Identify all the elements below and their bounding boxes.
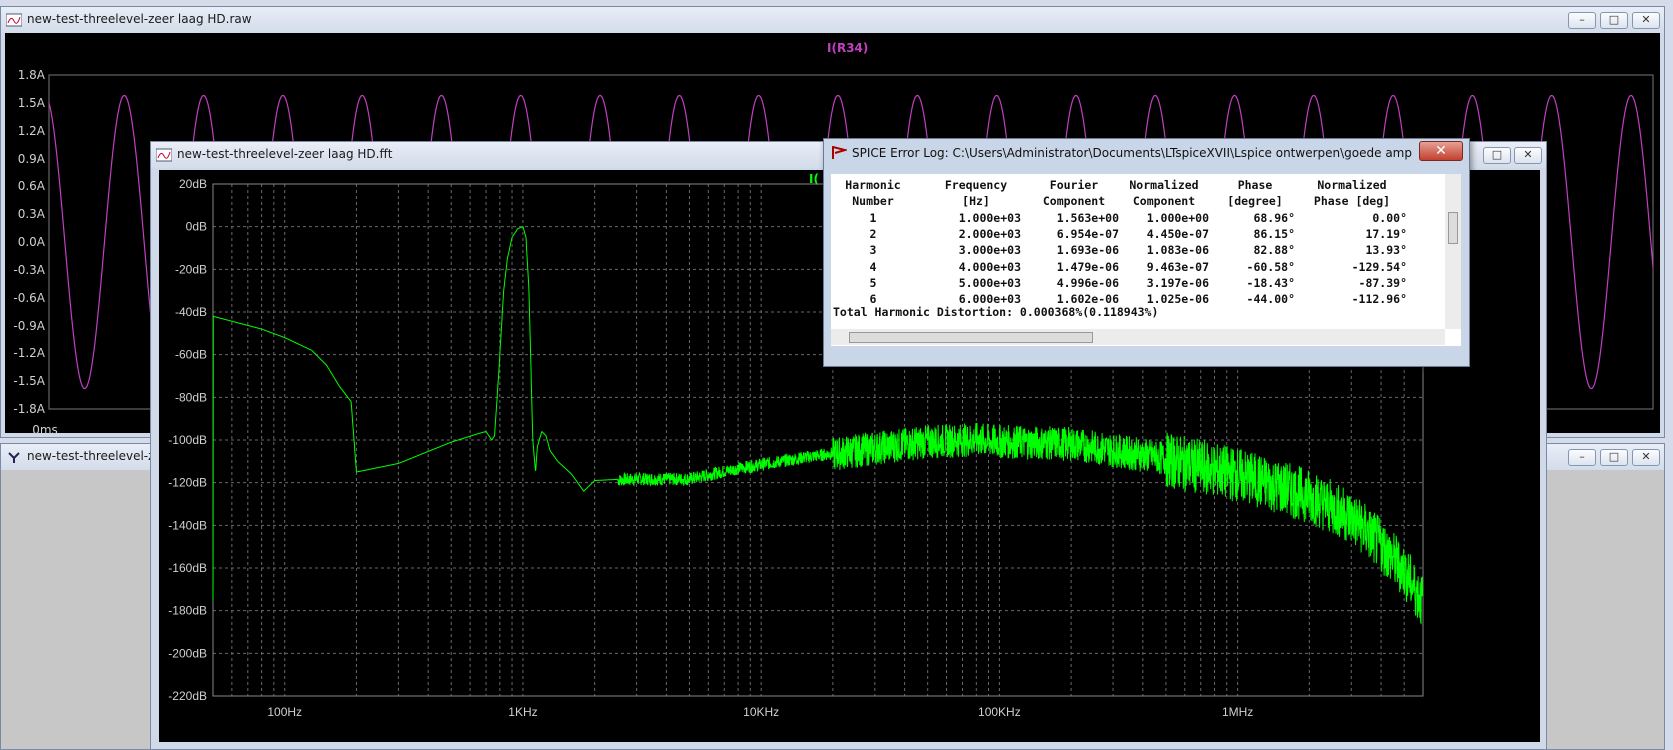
spice-header-cell: Harmonic	[845, 178, 901, 192]
spice-data-cell: 6	[869, 292, 877, 306]
spice-data-cell: 4	[869, 259, 877, 274]
spice-log-title: SPICE Error Log: C:\Users\Administrator\…	[852, 146, 1412, 160]
spice-data-cell: 1.602e-06	[1056, 292, 1119, 306]
spice-data-cell: -44.00°	[1246, 292, 1295, 306]
horizontal-scroll-thumb[interactable]	[849, 332, 1093, 343]
spice-data-cell: 1.000e+03	[958, 211, 1021, 225]
schematic-icon	[8, 452, 20, 463]
fft-window-title: new-test-threelevel-zeer laag HD.fft	[177, 147, 393, 161]
spice-data-cell: 1.563e+00	[1056, 211, 1119, 225]
spice-header-cell: Component	[1132, 194, 1196, 208]
spice-data-cell: -60.58°	[1246, 259, 1295, 274]
fft-y-tick-label: -180dB	[168, 604, 207, 618]
spice-data-cell: 6.954e-07	[1056, 227, 1119, 242]
vertical-scrollbar[interactable]	[1445, 174, 1461, 329]
spice-data-cell: -87.39°	[1358, 275, 1407, 290]
spice-data-cell: 3.197e-06	[1146, 275, 1209, 290]
fft-x-tick-label: 100Hz	[267, 705, 302, 719]
spice-data-cell: 82.88°	[1253, 243, 1295, 258]
spice-header-cell: Normalized	[1317, 178, 1387, 192]
fft-y-tick-label: -20dB	[175, 262, 207, 276]
spice-header-cell: Frequency	[944, 178, 1008, 192]
spice-log-text-area[interactable]: Harmonic Frequency Fourier Normalized Phase N…	[831, 174, 1461, 346]
spice-data-cell: 2	[869, 227, 877, 242]
spice-data-cell: 13.93°	[1365, 243, 1407, 258]
fft-x-tick-label: 1KHz	[508, 705, 537, 719]
spice-header-cell: Phase [deg]	[1313, 194, 1391, 208]
spice-log-icon	[832, 146, 847, 159]
spice-data-cell: 1.479e-06	[1056, 259, 1119, 274]
fft-y-tick-label: -100dB	[168, 433, 207, 447]
spice-data-cell: 5.000e+03	[958, 275, 1021, 290]
raw-window-title: new-test-threelevel-zeer laag HD.raw	[27, 12, 252, 26]
spice-data-cell: 5	[869, 275, 877, 290]
spice-data-cell: 1	[869, 211, 877, 225]
spice-data-cell: 9.463e-07	[1146, 259, 1209, 274]
fft-x-tick-label: 10KHz	[743, 705, 779, 719]
spice-data-cell: 1.000e+00	[1146, 211, 1209, 225]
vertical-scroll-thumb[interactable]	[1448, 212, 1458, 244]
fft-y-tick-label: -160dB	[168, 561, 207, 575]
schematic-minimize-button[interactable]: –	[1568, 449, 1596, 466]
horizontal-scrollbar[interactable]	[831, 329, 1445, 345]
spice-header-cell: Phase	[1237, 178, 1273, 192]
spice-data-cell: 4.450e-07	[1146, 227, 1209, 242]
spice-header-cell: Normalized	[1129, 178, 1199, 192]
spice-data-cell: 17.19°	[1365, 227, 1407, 242]
raw-window-titlebar[interactable]: new-test-threelevel-zeer laag HD.raw – □…	[1, 7, 1664, 33]
spice-data-cell: 4.000e+03	[958, 259, 1021, 274]
spice-data-cell: -112.96°	[1351, 292, 1407, 306]
spice-data-cell: -129.54°	[1351, 259, 1407, 274]
fft-y-tick-label: -80dB	[175, 390, 207, 404]
spice-data-cell: 3.000e+03	[958, 243, 1021, 258]
spice-close-button[interactable]: ✕	[1419, 141, 1463, 161]
spice-data-cell: 1.025e-06	[1146, 292, 1209, 306]
waveform-icon	[156, 148, 172, 162]
fft-y-tick-label: -200dB	[168, 646, 207, 660]
spice-data-cell: 1.693e-06	[1056, 243, 1119, 258]
spice-data-cell: -18.43°	[1246, 275, 1295, 290]
maximize-button[interactable]: □	[1600, 12, 1628, 29]
fft-y-tick-label: -140dB	[168, 518, 207, 532]
spice-header-cell: Number	[852, 194, 894, 208]
minimize-button[interactable]: –	[1568, 12, 1596, 29]
spice-header-cell: Fourier	[1049, 178, 1099, 192]
spice-data-cell: 2.000e+03	[958, 227, 1021, 242]
fft-y-tick-label: 20dB	[179, 177, 207, 191]
spice-data-cell: 86.15°	[1253, 227, 1295, 242]
fft-y-tick-label: 0dB	[186, 220, 207, 234]
fft-y-tick-label: -120dB	[168, 476, 207, 490]
spice-data-cell: 0.00°	[1372, 211, 1407, 225]
fft-y-tick-label: -220dB	[168, 689, 207, 703]
fft-maximize-button[interactable]: □	[1483, 147, 1511, 164]
fft-close-button[interactable]: ✕	[1514, 147, 1542, 164]
fft-x-tick-label: 1MHz	[1222, 705, 1253, 719]
waveform-icon	[6, 13, 22, 27]
spice-header-cell: [degree]	[1227, 194, 1283, 208]
schematic-close-button[interactable]: ✕	[1632, 449, 1660, 466]
fft-y-tick-label: -60dB	[175, 348, 207, 362]
spice-data-cell: 4.996e-06	[1056, 275, 1119, 290]
spice-data-cell: 3	[869, 243, 877, 258]
fft-y-tick-label: -40dB	[175, 305, 207, 319]
fft-x-tick-label: 100KHz	[978, 705, 1021, 719]
schematic-maximize-button[interactable]: □	[1600, 449, 1628, 466]
spice-data-cell: 6.000e+03	[958, 292, 1021, 306]
close-button[interactable]: ✕	[1632, 12, 1660, 29]
spice-header-cell: [Hz]	[962, 194, 990, 208]
spice-data-cell: 1.083e-06	[1146, 243, 1209, 258]
spice-error-log-dialog[interactable]: SPICE Error Log: C:\Users\Administrator\…	[823, 138, 1470, 367]
thd-result: Total Harmonic Distortion: 0.000368%(0.1…	[833, 305, 1159, 319]
spice-data-cell: 68.96°	[1253, 211, 1295, 225]
spice-header-cell: Component	[1042, 194, 1106, 208]
